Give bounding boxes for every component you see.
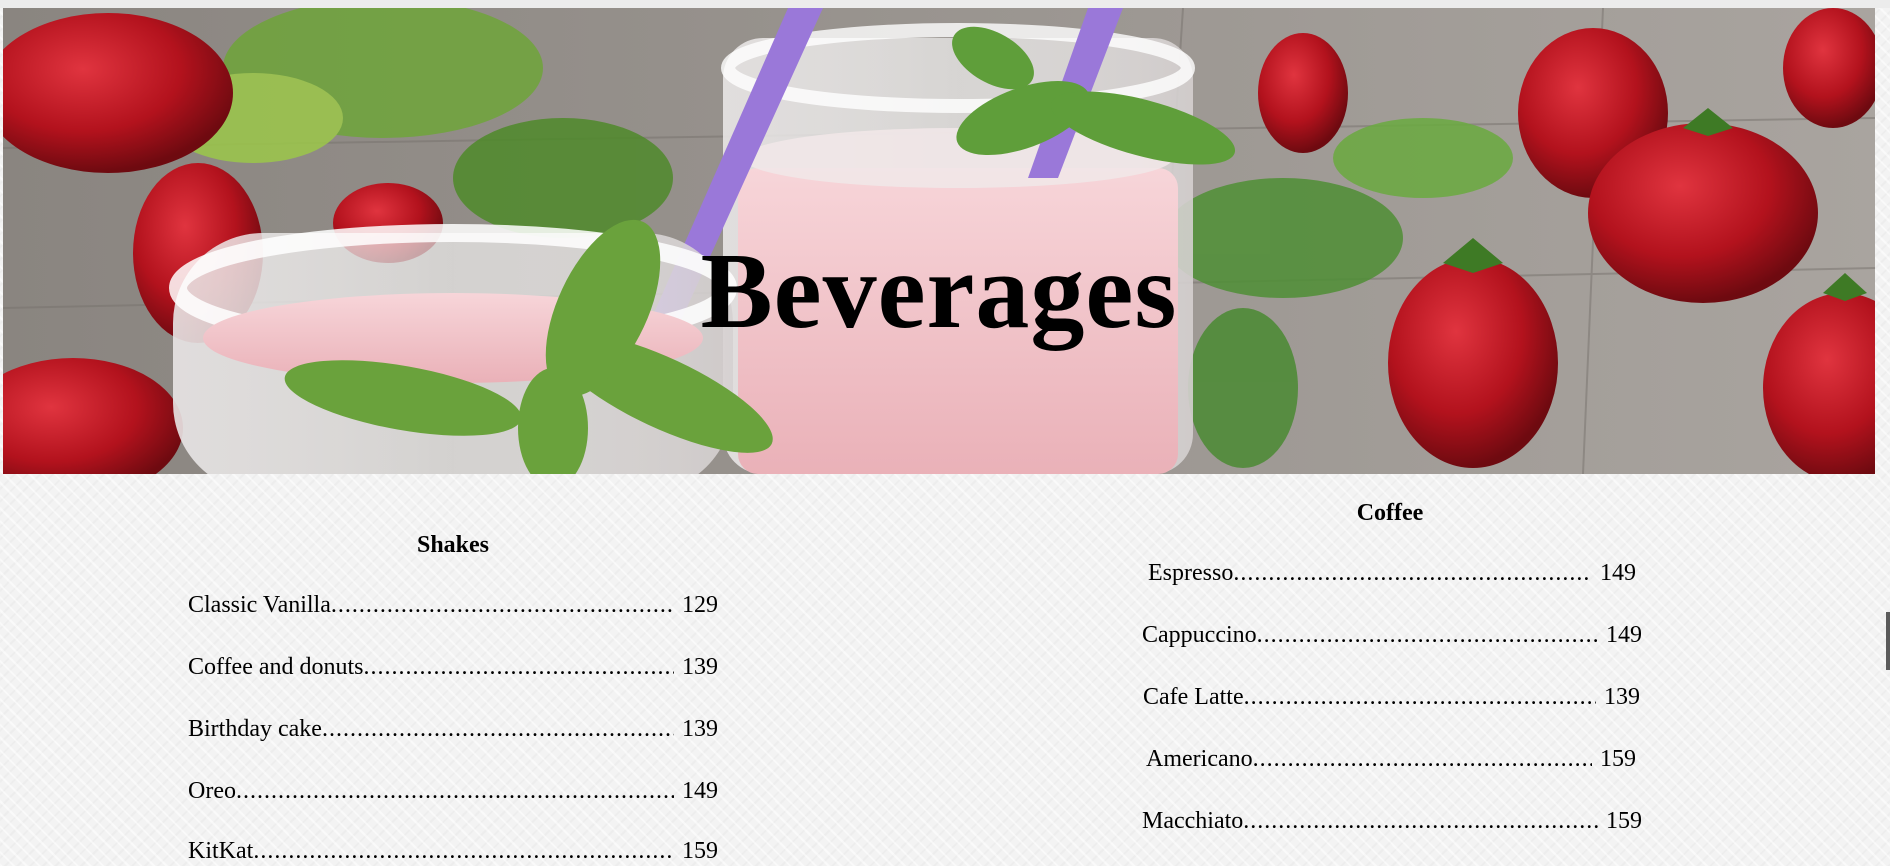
item-name: Macchiato [1142, 808, 1244, 834]
section-heading-coffee: Coffee [1356, 500, 1424, 526]
top-strip [0, 0, 1890, 8]
leader-dots [236, 778, 674, 805]
leader-dots [1257, 622, 1598, 649]
leader-dots [1253, 746, 1592, 773]
item-price: 159 [682, 838, 718, 864]
leader-dots [364, 654, 674, 681]
menu-item: Coffee and donuts 139 [188, 654, 718, 686]
leader-dots [1244, 684, 1596, 711]
item-name: Cafe Latte [1143, 684, 1244, 710]
leader-dots [322, 716, 674, 743]
menu-item: Classic Vanilla 129 [188, 592, 718, 624]
menu-item: Americano 159 [1146, 746, 1636, 778]
scrollbar-thumb[interactable] [1886, 612, 1890, 670]
leader-dots [1243, 808, 1598, 835]
menu-item: Espresso 149 [1148, 560, 1636, 592]
item-name: Espresso [1148, 560, 1234, 586]
menu-item: Oreo 149 [188, 778, 718, 810]
item-name: Birthday cake [188, 716, 322, 742]
item-name: Oreo [188, 778, 236, 804]
item-price: 139 [1604, 684, 1640, 710]
menu-item: Cappuccino 149 [1142, 622, 1642, 654]
item-name: Coffee and donuts [188, 654, 364, 680]
coffee-section: Coffee Espresso 149 Cappuccino 149 Cafe … [1140, 500, 1642, 866]
item-price: 139 [682, 654, 718, 680]
item-name: KitKat [188, 838, 254, 864]
item-price: 149 [1606, 622, 1642, 648]
item-name: Classic Vanilla [188, 592, 331, 618]
item-price: 149 [682, 778, 718, 804]
item-price: 159 [1606, 808, 1642, 834]
hero-banner: Beverages [3, 8, 1875, 474]
leader-dots [1233, 560, 1592, 587]
item-price: 149 [1600, 560, 1636, 586]
menu-item: Macchiato 159 [1142, 808, 1642, 840]
menu-item: Birthday cake 139 [188, 716, 718, 748]
item-name: Americano [1146, 746, 1253, 772]
page-title: Beverages [700, 232, 1178, 351]
item-price: 139 [682, 716, 718, 742]
section-heading-shakes: Shakes [416, 532, 490, 558]
shakes-section: Shakes Classic Vanilla 129 Coffee and do… [188, 532, 718, 866]
menu-item: KitKat 159 [188, 838, 718, 866]
item-price: 159 [1600, 746, 1636, 772]
menu-item: Cafe Latte 139 [1143, 684, 1640, 716]
item-price: 129 [682, 592, 718, 618]
item-name: Cappuccino [1142, 622, 1257, 648]
leader-dots [253, 838, 674, 865]
leader-dots [331, 592, 674, 619]
